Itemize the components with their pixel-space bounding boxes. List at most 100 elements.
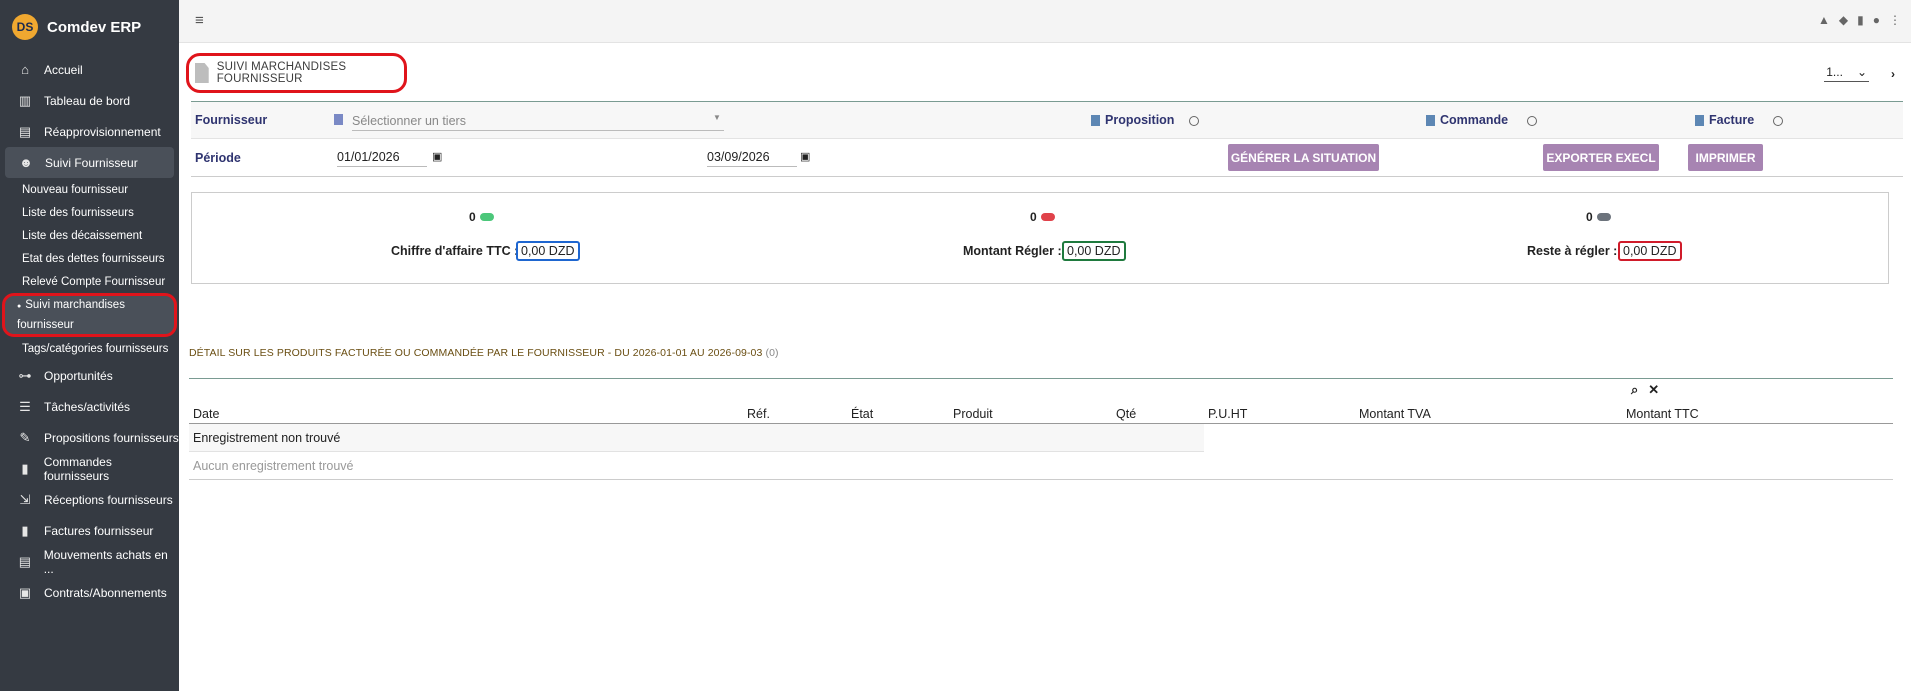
logo-icon: DS [12, 14, 38, 40]
montant-regler-label: Montant Régler : [963, 244, 1062, 258]
sidebar-item-mouvements-achats-en[interactable]: ▤ Mouvements achats en ... [0, 546, 179, 577]
topbar: ≡ ▲ ◆ ▮ ● ⋮ [179, 0, 1911, 43]
sidebar-item-factures-fournisseur[interactable]: ▮ Factures fournisseur [0, 515, 179, 546]
detail-title-text: DÉTAIL SUR LES PRODUITS FACTURÉE OU COMM… [189, 347, 763, 359]
sidebar-sub-liste-fournisseurs[interactable]: Liste des fournisseurs [0, 201, 179, 224]
clipboard-icon[interactable]: ▮ [1857, 13, 1864, 27]
fournisseur-select[interactable]: Sélectionner un tiers [352, 114, 724, 131]
sitemap-icon: ⊶ [18, 367, 32, 383]
col-produit[interactable]: Produit [953, 407, 993, 421]
date-from-input[interactable]: 01/01/2026 [337, 150, 427, 167]
red-pill-icon [1040, 213, 1055, 221]
file-facture-icon [1695, 115, 1704, 126]
close-icon[interactable]: ✕ [1648, 382, 1659, 398]
col-date[interactable]: Date [193, 407, 219, 421]
generer-situation-button[interactable]: GÉNÉRER LA SITUATION [1228, 144, 1379, 171]
chevron-right-icon[interactable]: › [1891, 67, 1895, 81]
sidebar-item-suivi-fournisseur[interactable]: ☻ Suivi Fournisseur [5, 147, 174, 178]
boxes-icon: ▤ [18, 553, 31, 569]
table-header: ⌕ ✕ Date Réf. État Produit Qté P.U.HT Mo… [189, 378, 1893, 424]
commande-label: Commande [1440, 113, 1509, 127]
exporter-excel-button[interactable]: EXPORTER EXECL [1543, 144, 1659, 171]
dropdown-arrow-icon: ▼ [713, 113, 721, 122]
sidebar-sub-liste-decaissement[interactable]: Liste des décaissement [0, 224, 179, 247]
sidebar-item-opportunit-s[interactable]: ⊶ Opportunités [0, 360, 179, 391]
page-title-box: SUIVI MARCHANDISES FOURNISSEUR [186, 53, 407, 93]
count-value: 0 [469, 210, 476, 224]
count-value: 0 [1030, 210, 1037, 224]
chiffre-affaire-label: Chiffre d'affaire TTC : [391, 244, 519, 258]
col-etat[interactable]: État [851, 407, 873, 421]
periode-label: Période [195, 151, 241, 165]
sub-label: Relevé Compte Fournisseur [22, 275, 166, 288]
sidebar-item-label: Tableau de bord [44, 93, 131, 108]
sidebar-item-r-ceptions-fournisseurs[interactable]: ⇲ Réceptions fournisseurs [0, 484, 179, 515]
chat-icon[interactable]: ◆ [1839, 13, 1848, 27]
proposition-label: Proposition [1105, 113, 1175, 127]
sidebar-item-commandes-fournisseurs[interactable]: ▮ Commandes fournisseurs [0, 453, 179, 484]
facture-radio[interactable] [1773, 116, 1783, 126]
sidebar-item-tableau-de-bord[interactable]: ▥ Tableau de bord [0, 85, 179, 116]
sidebar-item-label: Suivi Fournisseur [45, 155, 138, 170]
detail-title: DÉTAIL SUR LES PRODUITS FACTURÉE OU COMM… [189, 347, 779, 359]
topbar-icons: ▲ ◆ ▮ ● ⋮ [1818, 13, 1901, 27]
bell-icon[interactable]: ▲ [1818, 13, 1830, 27]
col-montant-ttc[interactable]: Montant TTC [1626, 407, 1699, 421]
filter-row-2: Période 01/01/2026 ▣ 03/09/2026 ▣ GÉNÉRE… [191, 140, 1903, 177]
sidebar-item-label: Mouvements achats en ... [43, 547, 168, 576]
sidebar-item-r-approvisionnement[interactable]: ▤ Réapprovisionnement [0, 116, 179, 147]
search-icon[interactable]: ⌕ [1631, 382, 1638, 398]
pagination: 1... ⌄ › [1824, 65, 1895, 82]
col-puht[interactable]: P.U.HT [1208, 407, 1247, 421]
imprimer-button[interactable]: IMPRIMER [1688, 144, 1763, 171]
sidebar-sub-etat-dettes[interactable]: Etat des dettes fournisseurs [0, 247, 179, 270]
brand[interactable]: DS Comdev ERP [0, 0, 179, 54]
col-montant-tva[interactable]: Montant TVA [1359, 407, 1431, 421]
commande-radio[interactable] [1527, 116, 1537, 126]
sidebar-sub-nouveau-fournisseur[interactable]: Nouveau fournisseur [0, 178, 179, 201]
chevron-down-icon: ⌄ [1856, 65, 1867, 79]
calendar-icon[interactable]: ▣ [800, 150, 810, 163]
calendar-icon[interactable]: ▣ [432, 150, 442, 163]
sidebar-sub-tags[interactable]: Tags/catégories fournisseurs [0, 337, 179, 360]
boxes-icon: ▤ [18, 123, 32, 139]
sidebar-item-accueil[interactable]: ⌂ Accueil [0, 54, 179, 85]
chiffre-affaire-amount: 0,00 DZD [516, 241, 580, 261]
brand-name: Comdev ERP [47, 18, 142, 36]
building-icon [334, 114, 343, 125]
table-row-empty: Aucun enregistrement trouvé [189, 452, 1893, 480]
sidebar-item-label: Réceptions fournisseurs [44, 492, 173, 507]
page-select[interactable]: 1... ⌄ [1824, 65, 1869, 82]
invoice-icon: ▮ [21, 522, 29, 538]
home-icon: ⌂ [21, 62, 29, 77]
filter-row-1: Fournisseur Sélectionner un tiers ▼ Prop… [191, 102, 1903, 139]
dolly-icon: ⇲ [19, 491, 31, 507]
sub-label: Nouveau fournisseur [22, 183, 129, 196]
sub-label: Tags/catégories fournisseurs [22, 342, 169, 355]
proposition-radio[interactable] [1189, 116, 1199, 126]
montant-regler-amount: 0,00 DZD [1062, 241, 1126, 261]
more-vertical-icon[interactable]: ⋮ [1889, 13, 1901, 27]
sidebar-item-propositions-fournisseurs[interactable]: ✎ Propositions fournisseurs [0, 422, 179, 453]
file-commande-icon [1426, 115, 1435, 126]
summary-panel: 0 Chiffre d'affaire TTC : 0,00 DZD 0 Mon… [191, 192, 1889, 284]
date-to-input[interactable]: 03/09/2026 [707, 150, 797, 167]
user-avatar-icon[interactable]: ● [1873, 13, 1880, 27]
sidebar-sub-releve-compte[interactable]: Relevé Compte Fournisseur [0, 270, 179, 293]
col-ref[interactable]: Réf. [747, 407, 770, 421]
sidebar-item-label: Propositions fournisseurs [44, 430, 179, 445]
sidebar-item-contrats-abonnements[interactable]: ▣ Contrats/Abonnements [0, 577, 179, 608]
col-qte[interactable]: Qté [1116, 407, 1136, 421]
gray-pill-icon [1596, 213, 1611, 221]
sidebar-sub-suivi-marchandises[interactable]: ● Suivi marchandises fournisseur [2, 293, 177, 337]
sub-label: Liste des fournisseurs [22, 206, 134, 219]
sub-label-line2: fournisseur [17, 319, 74, 331]
main-content: SUIVI MARCHANDISES FOURNISSEUR 1... ⌄ › F… [179, 43, 1911, 691]
hamburger-menu-icon[interactable]: ≡ [195, 12, 204, 29]
file-edit-icon: ✎ [19, 429, 31, 445]
sidebar-item-t-ches-activit-s[interactable]: ☰ Tâches/activités [0, 391, 179, 422]
reste-regler-amount: 0,00 DZD [1618, 241, 1682, 261]
sidebar: DS Comdev ERP ⌂ Accueil ▥ Tableau de bord ▤ R… [0, 0, 179, 691]
sidebar-item-label: Opportunités [44, 368, 113, 383]
sub-label: Liste des décaissement [22, 229, 143, 242]
